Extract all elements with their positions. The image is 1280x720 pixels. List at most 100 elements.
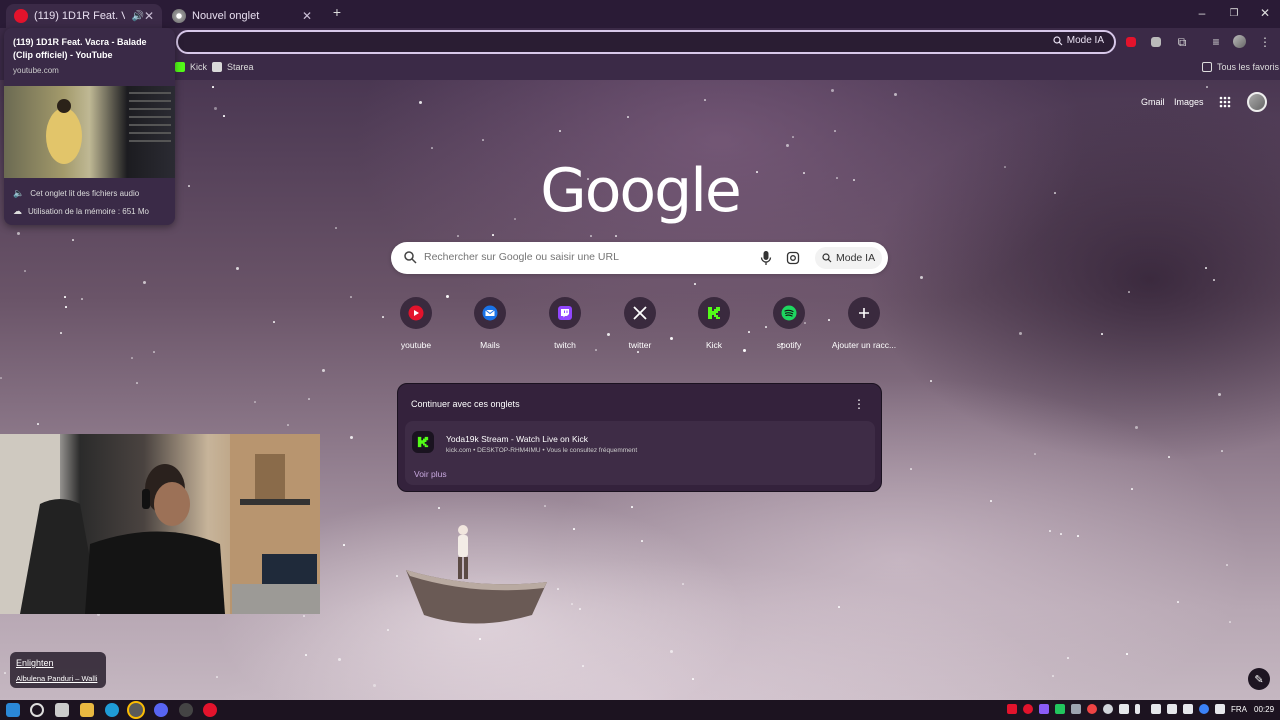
omnibox-mode-ia-button[interactable]: Mode IA xyxy=(1053,35,1104,46)
star xyxy=(631,506,633,508)
image-icon xyxy=(212,62,222,72)
tray-grey-icon[interactable] xyxy=(1071,704,1081,714)
star xyxy=(1019,332,1022,335)
obs-icon[interactable] xyxy=(179,703,193,717)
minimize-icon[interactable]: – xyxy=(1187,6,1217,20)
shortcut-spotify[interactable]: spotify xyxy=(754,297,824,350)
profile-avatar[interactable] xyxy=(1233,35,1246,48)
tray-purple-icon[interactable] xyxy=(1039,704,1049,714)
account-avatar[interactable] xyxy=(1247,92,1267,112)
search-box[interactable]: Mode IA xyxy=(391,242,888,274)
gmail-link[interactable]: Gmail xyxy=(1141,97,1165,107)
clock[interactable]: 00:29 xyxy=(1254,705,1274,714)
window-close-icon[interactable]: ✕ xyxy=(1250,6,1280,20)
network-icon[interactable] xyxy=(1167,704,1177,714)
tray-green-icon[interactable] xyxy=(1055,704,1065,714)
all-bookmarks[interactable]: Tous les favoris xyxy=(1202,62,1279,72)
edge-icon[interactable] xyxy=(105,703,119,717)
search-input[interactable] xyxy=(424,251,724,263)
images-link[interactable]: Images xyxy=(1174,97,1204,107)
speaker-icon[interactable]: 🔊 xyxy=(131,11,143,22)
webcam-overlay xyxy=(0,434,320,614)
omnibox[interactable]: Mode IA xyxy=(176,30,1116,54)
tray-app5-icon[interactable] xyxy=(1215,704,1225,714)
shortcut-twitch[interactable]: twitch xyxy=(530,297,600,350)
bluetooth-icon[interactable] xyxy=(1199,704,1209,714)
tray-app2-icon[interactable] xyxy=(1103,704,1113,714)
media-control-icon[interactable]: ≡ xyxy=(1209,35,1223,49)
star xyxy=(756,171,758,173)
language-indicator[interactable]: FRA xyxy=(1231,705,1247,714)
shortcut-label: twitter xyxy=(628,340,652,350)
record-icon[interactable] xyxy=(203,703,217,717)
media-song-title[interactable]: Enlighten xyxy=(16,658,100,668)
tray-red-icon[interactable] xyxy=(1007,704,1017,714)
star xyxy=(1135,426,1138,429)
microphone-icon[interactable] xyxy=(1135,704,1140,714)
star xyxy=(273,321,275,323)
close-tab-icon[interactable]: ✕ xyxy=(302,9,312,23)
tray-record-icon[interactable] xyxy=(1023,704,1033,714)
star xyxy=(1101,333,1103,335)
volume-icon[interactable] xyxy=(1183,704,1193,714)
tab-new-tab[interactable]: Nouvel onglet ✕ xyxy=(164,4,320,28)
mail-icon xyxy=(482,305,498,321)
tray-app3-icon[interactable] xyxy=(1119,704,1129,714)
tab-youtube[interactable]: (119) 1D1R Feat. Vacra - Bal 🔊 ✕ xyxy=(6,4,162,28)
bookmark-kick[interactable]: Kick xyxy=(175,62,207,72)
kebab-menu-icon[interactable]: ⋮ xyxy=(853,397,865,411)
extensions-puzzle-icon[interactable]: ⧉ xyxy=(1175,35,1189,49)
extension-grey-icon[interactable] xyxy=(1151,37,1161,47)
shortcut-youtube[interactable]: youtube xyxy=(381,297,451,350)
file-explorer-icon[interactable] xyxy=(80,703,94,717)
star xyxy=(1205,267,1207,269)
star xyxy=(1054,192,1056,194)
see-more-link[interactable]: Voir plus xyxy=(414,469,447,479)
shortcut-twitter[interactable]: twitter xyxy=(605,297,675,350)
star xyxy=(838,606,840,608)
shortcut-label: Mails xyxy=(480,340,500,350)
chrome-icon[interactable] xyxy=(129,703,143,717)
star xyxy=(1067,657,1069,659)
memory-icon: ☁ xyxy=(13,206,22,216)
task-view-icon[interactable] xyxy=(55,703,69,717)
media-artist[interactable]: Albulena Panduri – Walli xyxy=(16,674,100,683)
close-tab-icon[interactable]: ✕ xyxy=(144,9,154,23)
toolbar: Mode IA ⧉ ≡ ⋮ xyxy=(0,28,1280,56)
shortcut-add[interactable]: Ajouter un racc... xyxy=(829,297,899,350)
star xyxy=(1226,564,1228,566)
shortcut-label: Kick xyxy=(705,340,723,350)
apps-grid-icon[interactable] xyxy=(1219,96,1231,108)
google-logo: Google xyxy=(540,156,742,226)
kebab-menu-icon[interactable]: ⋮ xyxy=(1258,35,1272,49)
restore-icon[interactable]: ❐ xyxy=(1219,8,1249,19)
hover-card-title: (119) 1D1R Feat. Vacra - Balade (Clip of… xyxy=(13,37,147,60)
shortcut-kick[interactable]: Kick xyxy=(679,297,749,350)
continue-item[interactable]: Yoda19k Stream - Watch Live on Kick kick… xyxy=(405,421,875,485)
star xyxy=(387,629,389,631)
tray-app-icon[interactable] xyxy=(1087,704,1097,714)
mode-ia-button[interactable]: Mode IA xyxy=(815,247,883,269)
extension-red-icon[interactable] xyxy=(1126,37,1136,47)
thumbnail-figure xyxy=(46,92,171,164)
star xyxy=(65,306,67,308)
discord-icon[interactable] xyxy=(154,703,168,717)
media-now-playing[interactable]: Enlighten Albulena Panduri – Walli xyxy=(10,652,106,688)
bookmark-starea[interactable]: Starea xyxy=(212,62,254,72)
webcam-image xyxy=(0,434,320,614)
microphone-icon[interactable] xyxy=(759,250,773,266)
star xyxy=(216,676,218,678)
bookmarks-bar: Kick Starea Tous les favoris xyxy=(0,56,1280,80)
tray-app4-icon[interactable] xyxy=(1151,704,1161,714)
star xyxy=(1126,653,1128,655)
star xyxy=(350,296,352,298)
star xyxy=(492,234,494,236)
search-icon[interactable] xyxy=(30,703,44,717)
shortcut-mails[interactable]: Mails xyxy=(455,297,525,350)
star xyxy=(479,638,481,640)
edit-pencil-icon[interactable]: ✎ xyxy=(1248,668,1270,690)
new-tab-button[interactable]: + xyxy=(322,4,352,20)
google-lens-icon[interactable] xyxy=(786,250,800,266)
windows-start-icon[interactable] xyxy=(6,703,20,717)
star xyxy=(303,615,305,617)
